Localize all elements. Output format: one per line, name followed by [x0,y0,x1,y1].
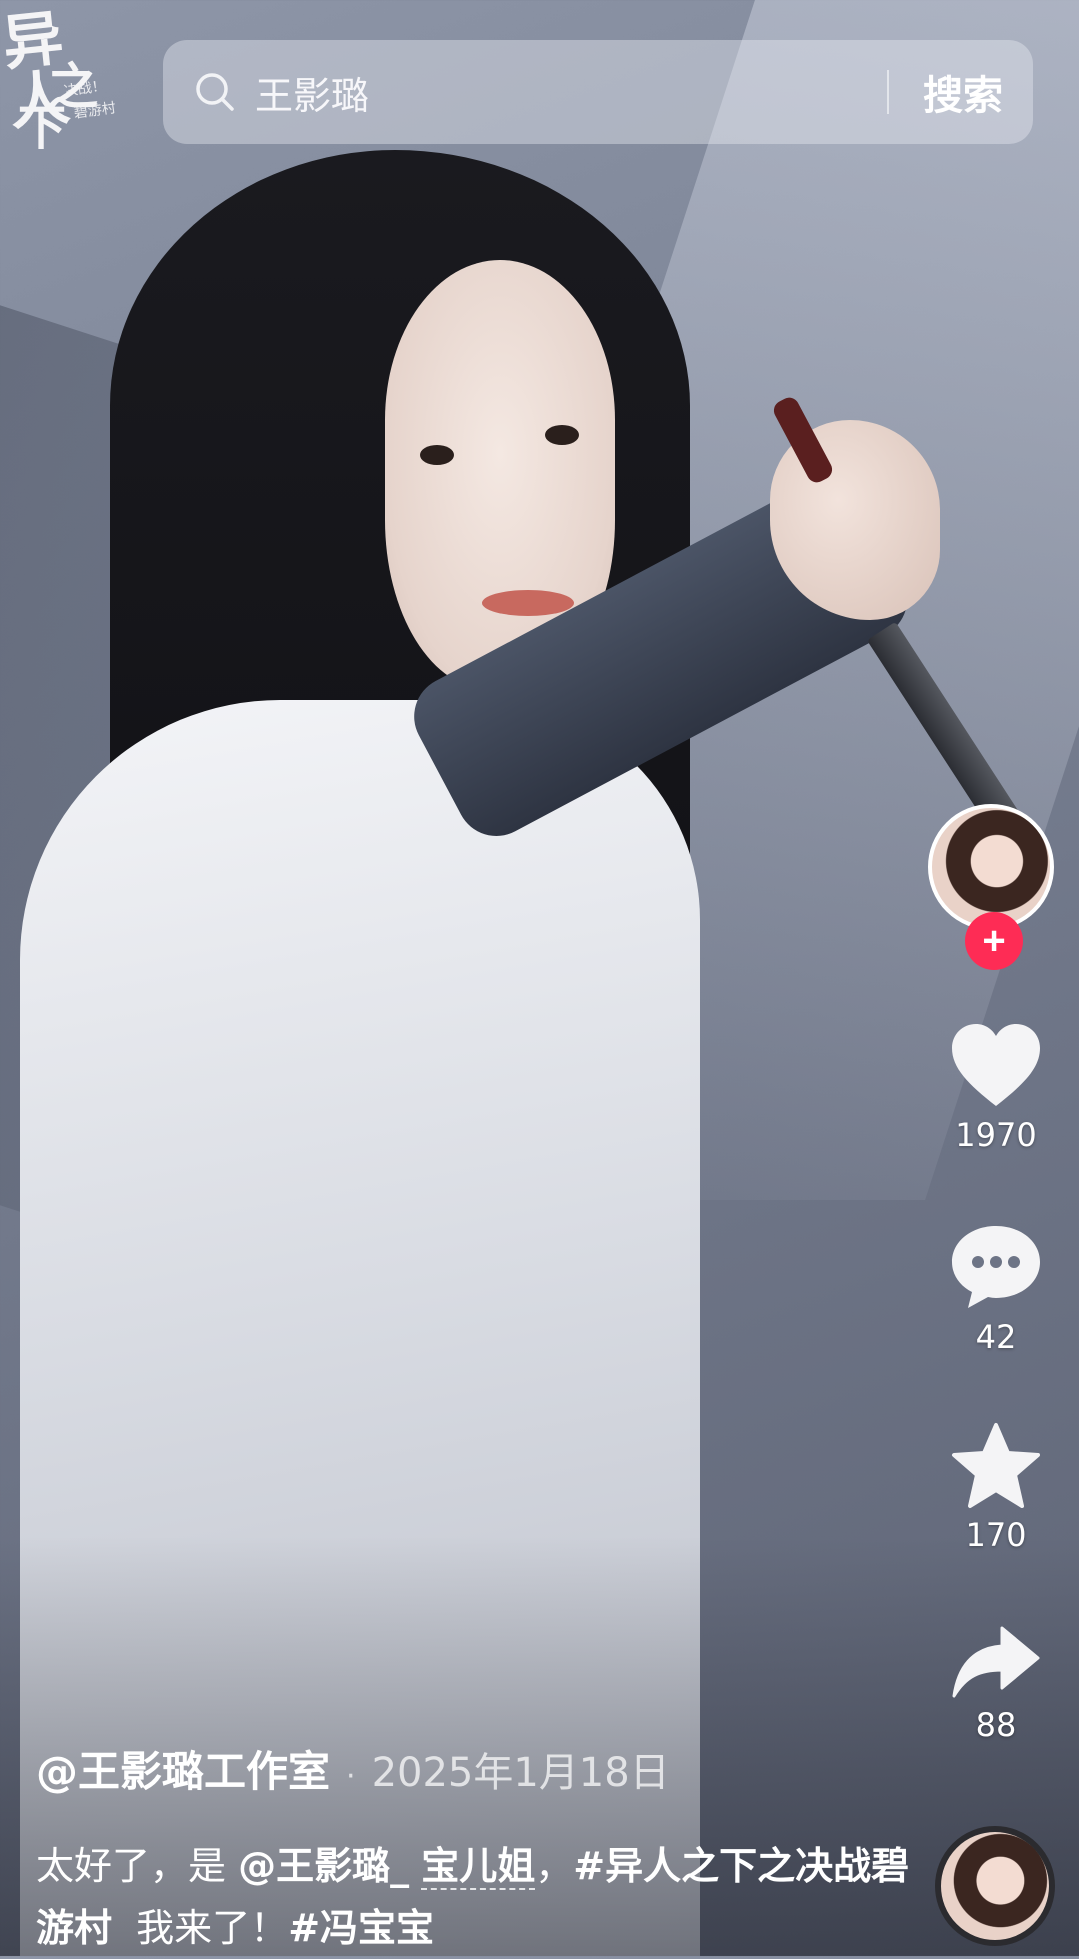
search-divider [887,70,889,114]
figure-eye [545,425,579,445]
caption-text: 我来了！ [112,1906,289,1950]
video-frame[interactable] [0,0,1079,1956]
search-button[interactable]: 搜索 [923,63,1003,121]
search-bar[interactable]: 王影璐 搜索 [163,40,1033,144]
comment-icon [952,1226,1040,1308]
favorite-count: 170 [965,1516,1027,1554]
figure-eye [420,445,454,465]
search-input[interactable]: 王影璐 [255,65,887,120]
mention-link[interactable]: @王影璐_ [238,1844,409,1888]
favorite-button[interactable]: 170 [926,1422,1066,1554]
heart-icon [952,1024,1040,1106]
hashtag-link[interactable]: #冯宝宝 [288,1906,434,1950]
caption-text [409,1844,421,1888]
mention-link[interactable]: 宝儿姐 [421,1844,536,1890]
star-icon [952,1423,1040,1508]
caption-text: ， [535,1844,574,1888]
like-count: 1970 [955,1116,1037,1154]
like-button[interactable]: 1970 [926,1022,1066,1154]
search-icon [196,73,234,111]
post-info: @王影璐工作室 · 2025年1月18日 太好了，是 @王影璐_ 宝儿姐，#异人… [36,1738,916,1959]
follow-button[interactable]: + [965,912,1023,970]
logo-glyph: 下 [18,100,67,156]
comment-button[interactable]: 42 [926,1222,1066,1356]
share-icon [952,1626,1040,1698]
comment-count: 42 [975,1318,1017,1356]
separator-dot: · [346,1759,356,1794]
post-date: 2025年1月18日 [371,1750,670,1796]
music-disc[interactable] [935,1826,1055,1946]
post-caption: 太好了，是 @王影璐_ 宝儿姐，#异人之下之决战碧游村 我来了！#冯宝宝 [36,1835,916,1959]
author-line: @王影璐工作室 · 2025年1月18日 [36,1738,916,1799]
author-name[interactable]: @王影璐工作室 [36,1738,330,1799]
figure-lips [482,590,574,616]
caption-text: 太好了，是 [36,1844,239,1888]
show-logo-watermark: 异人 之 下 决战！ 碧游村 [0,3,125,164]
share-button[interactable]: 88 [926,1624,1066,1744]
share-count: 88 [975,1706,1017,1744]
